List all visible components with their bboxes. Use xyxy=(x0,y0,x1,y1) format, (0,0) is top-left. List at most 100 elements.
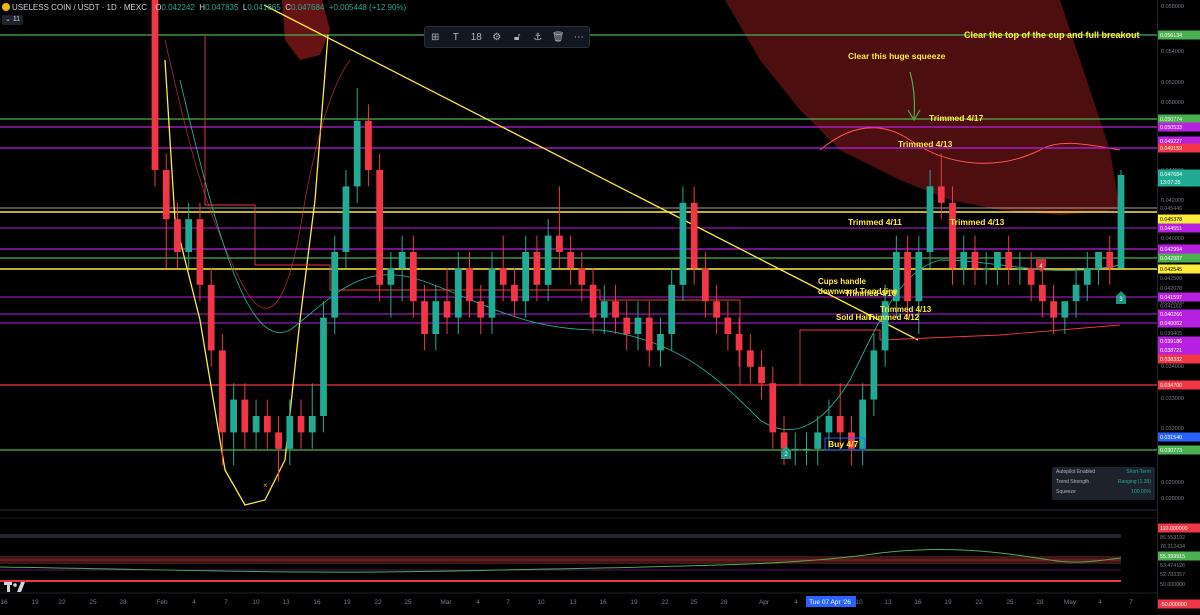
candle-body xyxy=(1072,284,1080,302)
time-axis-label: 22 xyxy=(374,599,382,606)
chart-annotation[interactable]: Buy 4/7 xyxy=(828,439,859,449)
candle-body xyxy=(937,186,945,203)
autopilot-info-panel: Autopilot Enabled Short-Term Trend Streng… xyxy=(1052,467,1155,500)
candle xyxy=(365,104,372,187)
price-tick-label: 0.058000 xyxy=(1161,4,1184,10)
candle-body xyxy=(791,448,799,450)
price-axis-svg: 0.0580000.0540000.0520000.0500000.048000… xyxy=(1158,4,1200,609)
chart-annotation[interactable]: Trimmed 4/17 xyxy=(929,113,984,123)
candle xyxy=(230,383,237,466)
time-axis-label: 19 xyxy=(31,599,39,606)
candle-body xyxy=(679,202,687,285)
chart-canvas[interactable]: Clear the top of the cup and full breako… xyxy=(0,0,1200,610)
candle xyxy=(409,235,417,318)
price-badge-label: 0.050533 xyxy=(1160,125,1182,131)
osc-badge-label: 53.474126 xyxy=(1160,563,1185,569)
tradingview-logo-icon xyxy=(4,582,25,592)
settings-icon[interactable]: ⚙ xyxy=(489,29,505,45)
candle xyxy=(1005,235,1013,285)
candle-body xyxy=(342,186,350,252)
candle-body xyxy=(409,252,417,302)
time-axis-label: 22 xyxy=(661,599,669,606)
price-tick-label: 0.033000 xyxy=(1161,396,1184,402)
chart-annotation[interactable]: Trimmed 4/13 xyxy=(898,139,953,149)
candle-body xyxy=(162,170,170,220)
layout-icon[interactable]: ⊞ xyxy=(427,29,443,45)
time-axis-label: 19 xyxy=(630,599,638,606)
candle-body xyxy=(870,350,878,400)
candle-body xyxy=(690,202,698,269)
candle-body xyxy=(1016,268,1024,270)
candle xyxy=(769,366,777,449)
price-badge-label: 0.038332 xyxy=(1160,357,1182,363)
time-axis-label: 16 xyxy=(313,599,321,606)
chart-annotation[interactable]: Cups handle xyxy=(818,277,867,286)
price-chart[interactable]: Clear the top of the cup and full breako… xyxy=(0,0,1157,610)
candle-body xyxy=(443,301,451,318)
chart-annotation[interactable]: Sold Half xyxy=(836,313,871,322)
candle-body xyxy=(612,301,619,318)
candle-body xyxy=(365,120,372,170)
candle-body xyxy=(376,170,384,285)
symbol-title[interactable]: USELESS COIN / USDT · 1D · MEXC xyxy=(12,3,147,12)
candle xyxy=(803,432,810,466)
chart-annotation[interactable]: Clear the top of the cup and full breako… xyxy=(964,30,1140,40)
candle-body xyxy=(994,252,1001,269)
candle xyxy=(724,301,732,351)
time-axis-label: 25 xyxy=(89,599,97,606)
current-date-badge[interactable]: Tue 07 Apr '26 xyxy=(809,599,851,606)
price-tick-label: 0.034000 xyxy=(1161,364,1184,370)
drawing-toolbar: ⊞ T 18 ⚙ 🔓︎ ⚓︎ 🗑︎ ⋯ xyxy=(424,26,590,48)
candle-body xyxy=(477,301,485,318)
candle-body xyxy=(252,416,260,433)
candle-body xyxy=(971,252,979,269)
anchor-icon[interactable]: ⚓︎ xyxy=(530,29,546,45)
chart-annotation[interactable]: Clear this huge squeeze xyxy=(848,51,946,61)
candle xyxy=(342,170,350,269)
time-axis-label: 13 xyxy=(884,599,892,606)
lock-icon[interactable]: 🔓︎ xyxy=(509,29,525,45)
candle xyxy=(971,235,979,285)
candle-body xyxy=(320,317,327,416)
osc-badge-label: 86.553192 xyxy=(1160,535,1185,541)
candle xyxy=(713,284,720,334)
candle-body xyxy=(600,301,608,318)
price-badge-label: 0.040062 xyxy=(1160,321,1182,327)
candle xyxy=(1016,252,1024,285)
candle-body xyxy=(746,350,754,367)
text-icon[interactable]: T xyxy=(448,29,464,45)
chart-annotation[interactable]: Trimmed 4/13 xyxy=(950,217,1005,227)
osc-upper-band xyxy=(0,534,1121,538)
price-axis[interactable]: 0.0580000.0540000.0520000.0500000.048000… xyxy=(1157,0,1200,610)
price-badge-label: 0.045378 xyxy=(1160,217,1182,223)
price-badge-label: 0.045446 xyxy=(1160,206,1182,212)
time-axis-label: 22 xyxy=(58,599,66,606)
candle-body xyxy=(724,317,732,334)
time-axis-label: 25 xyxy=(404,599,412,606)
chart-annotation[interactable]: Trimmed 4/10 xyxy=(845,289,897,298)
candle-body xyxy=(567,252,574,269)
candle-body xyxy=(308,416,316,433)
candle xyxy=(814,416,822,466)
candle xyxy=(567,235,574,285)
candle-body xyxy=(511,284,518,302)
chart-annotation[interactable]: Trimmed 4/12 xyxy=(868,313,920,322)
candle xyxy=(421,284,428,351)
font-size-button[interactable]: 18 xyxy=(468,29,484,45)
candle xyxy=(949,186,956,285)
price-tick-label: 0.029000 xyxy=(1161,480,1184,486)
candle-body xyxy=(286,416,294,449)
candle-body xyxy=(982,268,990,270)
price-badge-label: 13:07:35 xyxy=(1160,180,1181,186)
more-icon[interactable]: ⋯ xyxy=(571,29,587,45)
signal-marker[interactable]: 3 xyxy=(1116,291,1126,304)
candle xyxy=(870,334,878,416)
chart-annotation[interactable]: Trimmed 4/11 xyxy=(848,217,902,227)
indicators-count-badge[interactable]: ⌄ 11 xyxy=(2,15,24,25)
candle-body xyxy=(241,399,249,433)
candle xyxy=(241,383,249,449)
candle-body xyxy=(275,432,282,449)
time-axis-label: Mar xyxy=(440,599,452,606)
candle xyxy=(488,252,496,334)
trash-icon[interactable]: 🗑︎ xyxy=(550,29,566,45)
